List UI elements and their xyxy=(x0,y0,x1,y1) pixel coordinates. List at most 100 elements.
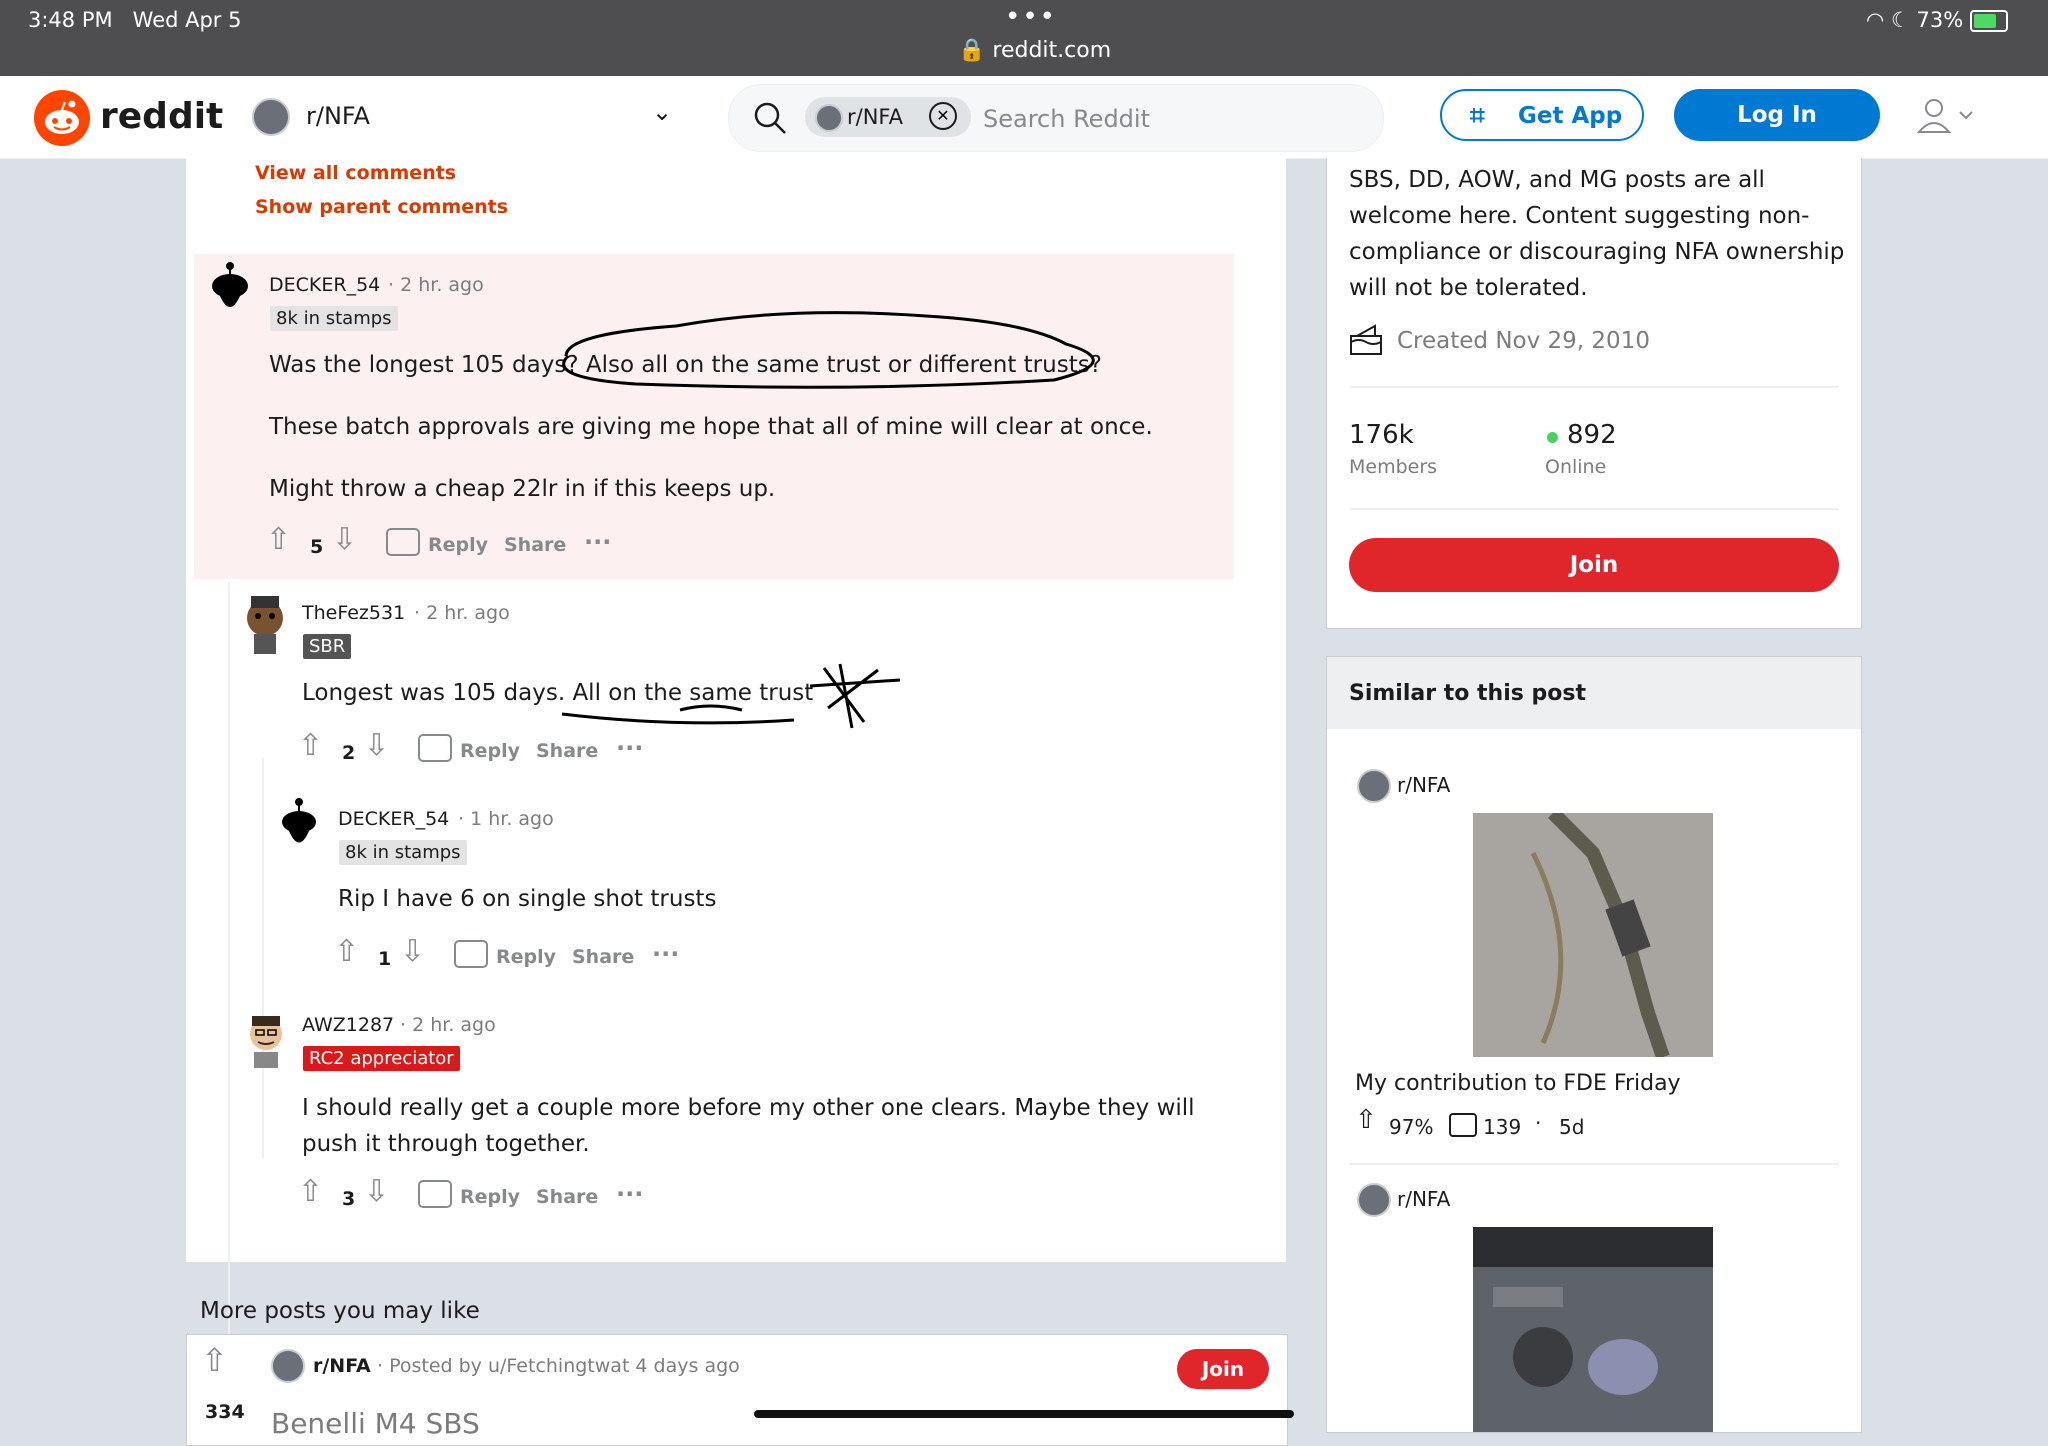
battery-level: 73% xyxy=(1916,8,1964,32)
comment-timestamp[interactable]: · 1 hr. ago xyxy=(458,808,554,830)
upvote-icon[interactable]: ⇧ xyxy=(334,934,359,969)
comment-bubble-icon[interactable] xyxy=(418,734,452,762)
upvote-icon[interactable]: ⇧ xyxy=(298,728,323,763)
post-thumbnail[interactable] xyxy=(1473,1227,1713,1432)
status-indicators: ◠ ☾ 73% xyxy=(1866,8,2008,32)
upvote-icon[interactable]: ⇧ xyxy=(298,1174,323,1209)
cake-icon xyxy=(1350,324,1382,355)
reply-button[interactable]: Reply xyxy=(428,534,488,556)
address-bar[interactable]: 🔒 reddit.com xyxy=(958,38,1111,63)
avatar[interactable] xyxy=(242,588,288,654)
share-button[interactable]: Share xyxy=(536,1186,598,1208)
tab-overview-icon[interactable]: ••• xyxy=(1005,2,1057,32)
similar-community[interactable]: r/NFA xyxy=(1397,773,1450,797)
upvote-ratio: 97% xyxy=(1389,1115,1434,1139)
comment-bubble-icon[interactable] xyxy=(418,1180,452,1208)
created-date: Created Nov 29, 2010 xyxy=(1397,328,1650,354)
reply-button[interactable]: Reply xyxy=(496,946,556,968)
join-button[interactable]: Join xyxy=(1177,1349,1269,1389)
status-bar: 3:48 PM Wed Apr 5 ••• 🔒 reddit.com ◠ ☾ 7… xyxy=(0,0,2048,76)
comment-timestamp[interactable]: · 2 hr. ago xyxy=(388,274,484,296)
share-button[interactable]: Share xyxy=(504,534,566,556)
share-button[interactable]: Share xyxy=(536,740,598,762)
post-card[interactable]: ⇧ 334 r/NFA · Posted by u/Fetchingtwat 4… xyxy=(186,1334,1288,1446)
qr-code-icon: ⌗ xyxy=(1470,101,1485,131)
search-bar[interactable]: r/NFA ✕ Search Reddit xyxy=(728,84,1384,152)
reddit-wordmark[interactable]: reddit xyxy=(100,96,223,137)
comment-bubble-icon[interactable] xyxy=(386,528,420,556)
community-avatar-icon xyxy=(815,104,843,132)
user-icon xyxy=(1916,99,1973,133)
vote-count: 5 xyxy=(310,536,324,558)
more-posts-heading: More posts you may like xyxy=(200,1298,480,1324)
comment-author[interactable]: DECKER_54 xyxy=(269,274,380,296)
similar-community[interactable]: r/NFA xyxy=(1397,1187,1450,1211)
post-vote-count: 334 xyxy=(205,1401,245,1423)
user-flair: SBR xyxy=(303,634,352,659)
reply-button[interactable]: Reply xyxy=(460,740,520,762)
clear-chip-icon[interactable]: ✕ xyxy=(929,102,957,130)
user-menu[interactable] xyxy=(1916,96,1976,140)
reply-button[interactable]: Reply xyxy=(460,1186,520,1208)
more-options-icon[interactable]: ··· xyxy=(652,940,679,968)
user-flair: 8k in stamps xyxy=(339,840,467,865)
downvote-icon[interactable]: ⇩ xyxy=(400,934,425,969)
chevron-down-icon[interactable]: ⌄ xyxy=(652,98,672,126)
similar-posts-card: Similar to this post r/NFA My contributi… xyxy=(1326,656,1862,1433)
post-title[interactable]: Benelli M4 SBS xyxy=(271,1407,480,1440)
post-community[interactable]: r/NFA xyxy=(313,1355,371,1377)
comment-paragraph: I should really get a couple more before… xyxy=(302,1095,1195,1157)
view-all-comments-link[interactable]: View all comments xyxy=(255,162,456,184)
join-community-button[interactable]: Join xyxy=(1349,538,1839,592)
online-label: Online xyxy=(1545,456,1607,478)
handwritten-scribble-annotation xyxy=(561,663,901,729)
avatar[interactable] xyxy=(206,258,254,328)
share-button[interactable]: Share xyxy=(572,946,634,968)
comment-bubble-icon[interactable] xyxy=(454,940,488,968)
vote-count: 3 xyxy=(342,1188,356,1210)
handwritten-circle-annotation xyxy=(562,311,1095,389)
comment-timestamp[interactable]: · 2 hr. ago xyxy=(414,602,510,624)
online-dot-icon xyxy=(1547,432,1558,443)
comment-author[interactable]: AWZ1287 xyxy=(302,1014,394,1036)
downvote-icon[interactable]: ⇩ xyxy=(332,522,357,557)
comment-author[interactable]: TheFez531 xyxy=(302,602,405,624)
comment-timestamp[interactable]: · 2 hr. ago xyxy=(400,1014,496,1036)
moon-icon: ☾ xyxy=(1891,8,1910,32)
home-indicator[interactable] xyxy=(754,1410,1294,1418)
comment-count: 139 xyxy=(1483,1115,1522,1139)
similar-post-title[interactable]: My contribution to FDE Friday xyxy=(1355,1071,1681,1096)
community-switcher[interactable]: r/NFA xyxy=(306,102,370,130)
community-avatar-icon xyxy=(271,1349,305,1383)
upvote-icon[interactable]: ⇧ xyxy=(201,1341,228,1379)
more-options-icon[interactable]: ··· xyxy=(616,734,643,762)
post-age: 5d xyxy=(1559,1115,1585,1139)
login-button[interactable]: Log In xyxy=(1674,89,1880,141)
reddit-logo-icon[interactable] xyxy=(34,90,90,146)
more-options-icon[interactable]: ··· xyxy=(584,528,611,556)
separator-dot: · xyxy=(1535,1111,1542,1135)
get-app-button[interactable]: ⌗ Get App xyxy=(1440,89,1644,141)
comment-thread: View all comments Show parent comments D… xyxy=(186,158,1286,1396)
more-options-icon[interactable]: ··· xyxy=(616,1180,643,1208)
avatar[interactable] xyxy=(244,1012,288,1068)
vote-count: 2 xyxy=(342,742,356,764)
avatar[interactable] xyxy=(276,794,322,860)
post-meta: · Posted by u/Fetchingtwat 4 days ago xyxy=(377,1355,740,1377)
divider xyxy=(1349,1163,1839,1165)
thread-line[interactable] xyxy=(228,582,230,1396)
community-avatar-icon xyxy=(252,98,290,136)
comment-author[interactable]: DECKER_54 xyxy=(338,808,449,830)
divider xyxy=(1349,386,1839,388)
upvote-icon[interactable]: ⇧ xyxy=(266,522,291,557)
search-input[interactable]: Search Reddit xyxy=(983,105,1150,133)
vote-count: 1 xyxy=(378,948,392,970)
downvote-icon[interactable]: ⇩ xyxy=(364,1174,389,1209)
post-thumbnail[interactable] xyxy=(1473,808,1713,1060)
search-community-chip[interactable]: r/NFA ✕ xyxy=(805,97,971,137)
search-icon xyxy=(754,102,786,134)
show-parent-comments-link[interactable]: Show parent comments xyxy=(255,196,508,218)
downvote-icon[interactable]: ⇩ xyxy=(364,728,389,763)
community-avatar-icon xyxy=(1357,1183,1391,1217)
thread-line[interactable] xyxy=(262,758,264,1158)
